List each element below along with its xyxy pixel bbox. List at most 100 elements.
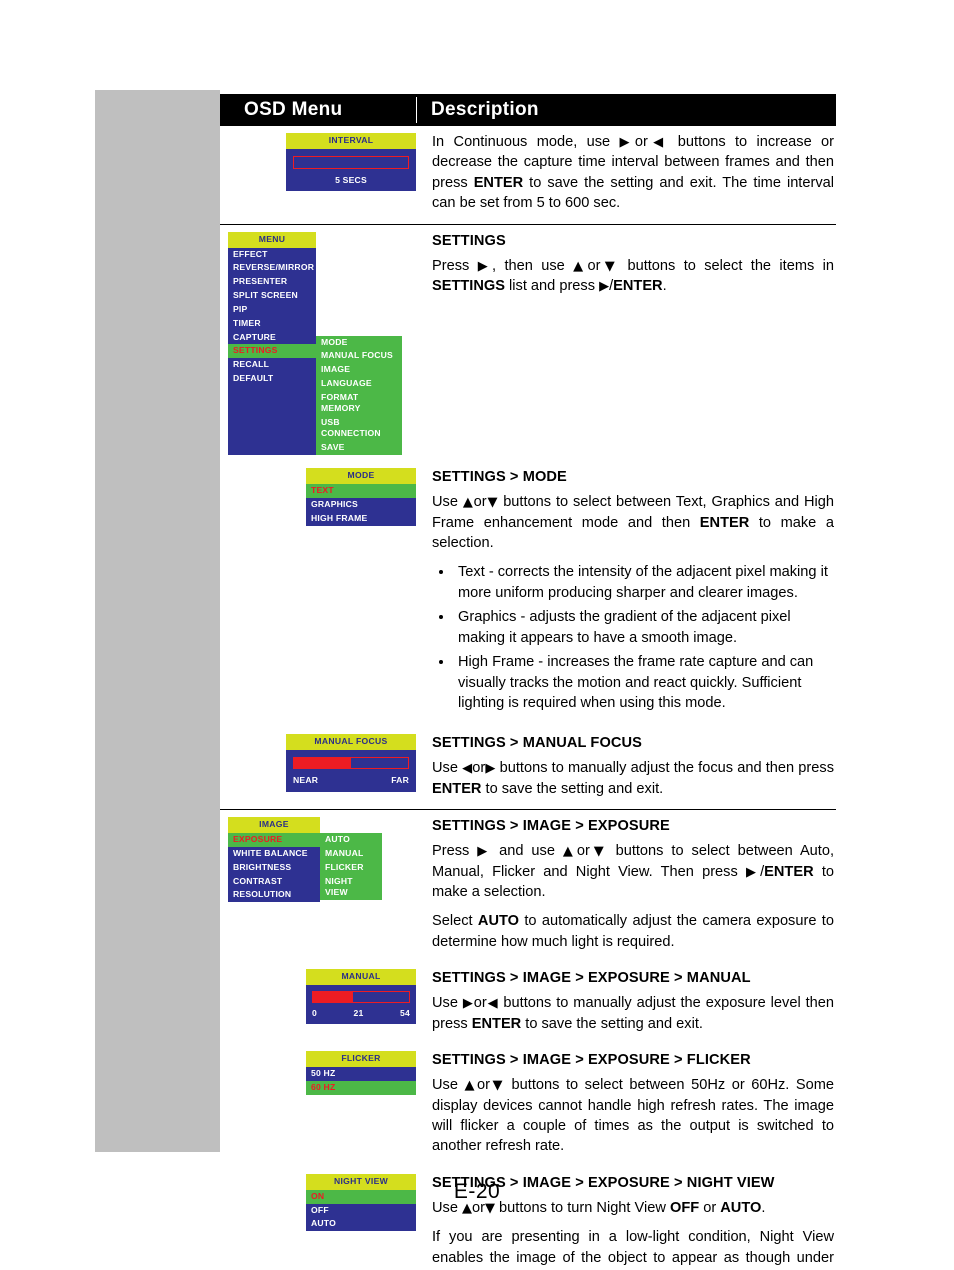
osd-menu-item[interactable]: CAPTURE (228, 330, 316, 345)
slider-scale-labels: 0 21 54 (306, 1006, 416, 1025)
slider-bar[interactable] (293, 155, 409, 169)
osd-title: MANUAL FOCUS (286, 734, 416, 751)
osd-menu-item[interactable]: RECALL (228, 358, 316, 373)
osd-option[interactable]: GRAPHICS (306, 497, 416, 512)
description-paragraph: In Continuous mode, use ▶or◀ buttons to … (432, 134, 835, 212)
osd-widget-exposure-manual[interactable]: MANUAL 0 21 54 (306, 969, 416, 1025)
osd-menu-item[interactable]: SPLIT SCREEN (228, 289, 316, 303)
description-paragraph: Use ▲or▼ buttons to select between 50Hz … (432, 1077, 835, 1155)
osd-menu-item[interactable]: EFFECT (228, 247, 316, 262)
osd-submenu-item[interactable]: IMAGE (316, 363, 402, 378)
osd-menu-list[interactable]: EFFECT REVERSE/MIRROR PRESENTER SPLIT SC… (228, 247, 316, 456)
osd-widget-interval[interactable]: INTERVAL 5 SECS (286, 133, 416, 192)
page-footer: E-20 (0, 1180, 954, 1204)
table-header: OSD Menu Description (220, 94, 836, 126)
osd-option[interactable]: HIGH FRAME (306, 511, 416, 526)
osd-submenu-item[interactable]: LANGUAGE (316, 377, 402, 391)
slider-min-label: 0 (312, 1008, 317, 1019)
osd-option-list[interactable]: TEXT GRAPHICS HIGH FRAME (306, 483, 416, 526)
sidebar-brand-band: AVerMedia (95, 90, 220, 1152)
osd-slider-track[interactable] (306, 985, 416, 1007)
description-heading: SETTINGS > IMAGE > EXPOSURE (432, 818, 670, 835)
osd-option[interactable]: AUTO (306, 1217, 416, 1232)
osd-menu-item[interactable]: DEFAULT (228, 372, 316, 386)
osd-submenu-item[interactable]: MANUAL FOCUS (316, 349, 402, 364)
osd-submenu-item[interactable]: FLICKER (320, 860, 382, 875)
osd-option-list[interactable]: 50 HZ 60 HZ (306, 1066, 416, 1095)
osd-option[interactable]: OFF (306, 1203, 416, 1218)
osd-submenu-item[interactable]: MODE (316, 335, 402, 350)
osd-title: MENU (228, 231, 316, 248)
osd-widget-mode[interactable]: MODE TEXT GRAPHICS HIGH FRAME (306, 468, 416, 526)
osd-cell: MODE TEXT GRAPHICS HIGH FRAME (220, 461, 416, 531)
column-header-description: Description (431, 99, 539, 120)
osd-menu-item-selected[interactable]: EXPOSURE (228, 833, 320, 847)
table-row: INTERVAL 5 SECS In Continuous mode, use … (220, 126, 836, 224)
table-row: MENU EFFECT REVERSE/MIRROR PRESENTER SPL… (220, 223, 836, 461)
list-item: High Frame - increases the frame rate ca… (454, 652, 834, 713)
description-cell: In Continuous mode, use ▶or◀ buttons to … (416, 126, 836, 224)
description-paragraph: Press ▶ and use ▲or▼ buttons to select b… (432, 843, 835, 901)
list-item: Graphics - adjusts the gradient of the a… (454, 607, 834, 648)
osd-submenu-list[interactable]: AUTO MANUAL FLICKER NIGHT VIEW (320, 833, 382, 900)
osd-menu-item[interactable]: RESOLUTION (228, 888, 320, 903)
slider-bar[interactable] (312, 991, 410, 1004)
osd-widget-menu[interactable]: MENU EFFECT REVERSE/MIRROR PRESENTER SPL… (228, 231, 402, 456)
brand-logo: AVerMedia (95, 90, 220, 1152)
osd-submenu-item[interactable]: FORMAT MEMORY (316, 390, 402, 417)
osd-submenu-item[interactable]: MANUAL (320, 846, 382, 861)
osd-menu-item[interactable]: CONTRAST (228, 874, 320, 889)
osd-menu-item[interactable]: TIMER (228, 316, 316, 331)
osd-title: MANUAL (306, 969, 416, 986)
page-number: E-20 (453, 1180, 501, 1203)
osd-submenu-item[interactable]: USB CONNECTION (316, 416, 402, 442)
list-item: Text - corrects the intensity of the adj… (454, 562, 834, 603)
manual-page: AVerMedia OSD Menu Description INTERVAL (0, 0, 954, 1270)
slider-bar[interactable] (293, 757, 409, 770)
osd-menu-item[interactable]: WHITE BALANCE (228, 846, 320, 861)
osd-cell: IMAGE EXPOSURE WHITE BALANCE BRIGHTNESS … (220, 810, 416, 908)
osd-slider-track[interactable] (286, 148, 416, 173)
description-paragraph: Select AUTO to automatically adjust the … (432, 913, 834, 950)
description-cell: SETTINGS > IMAGE > EXPOSURE Press ▶ and … (416, 810, 836, 962)
osd-widget-manual-focus[interactable]: MANUAL FOCUS NEAR FAR (286, 734, 416, 792)
column-header-osd-menu: OSD Menu (244, 99, 343, 120)
osd-option-selected[interactable]: 60 HZ (306, 1080, 416, 1095)
osd-title: INTERVAL (286, 133, 416, 149)
osd-menu-item[interactable]: PIP (228, 302, 316, 317)
description-paragraph: If you are presenting in a low-light con… (432, 1229, 834, 1266)
osd-cell: MANUAL 0 21 54 (220, 962, 416, 1030)
description-cell: SETTINGS > IMAGE > EXPOSURE > FLICKER Us… (416, 1044, 836, 1167)
description-bullet-list: Text - corrects the intensity of the adj… (432, 562, 834, 713)
osd-menu-item[interactable]: REVERSE/MIRROR (228, 261, 316, 276)
slider-endpoint-labels: NEAR FAR (286, 773, 416, 792)
osd-cell: INTERVAL 5 SECS (220, 126, 416, 197)
slider-mid-label: 21 (353, 1008, 364, 1019)
osd-cell: MENU EFFECT REVERSE/MIRROR PRESENTER SPL… (220, 225, 416, 461)
description-heading: SETTINGS > IMAGE > EXPOSURE > FLICKER (432, 1052, 751, 1069)
osd-option[interactable]: 50 HZ (306, 1066, 416, 1081)
osd-option-selected[interactable]: TEXT (306, 483, 416, 498)
description-cell: SETTINGS Press ▶, then use ▲or▼ buttons … (416, 225, 836, 307)
brand-logo-text: AVerMedia (95, 724, 106, 1134)
slider-min-label: NEAR (293, 775, 319, 786)
osd-value-label: 5 SECS (286, 172, 416, 192)
description-heading: SETTINGS > MODE (432, 469, 567, 486)
table-row: MANUAL 0 21 54 SETTINGS > IMAGE > EXPOSU… (220, 962, 836, 1044)
slider-fill (294, 758, 351, 769)
osd-widget-flicker[interactable]: FLICKER 50 HZ 60 HZ (306, 1051, 416, 1095)
slider-max-label: 54 (400, 1008, 410, 1019)
osd-submenu-list[interactable]: MODE MANUAL FOCUS IMAGE LANGUAGE FORMAT … (316, 335, 402, 456)
osd-submenu-item[interactable]: SAVE (316, 441, 402, 456)
osd-submenu-item[interactable]: NIGHT VIEW (320, 874, 382, 900)
osd-slider-track[interactable] (286, 750, 416, 774)
osd-submenu-item[interactable]: AUTO (320, 833, 382, 847)
osd-menu-list[interactable]: EXPOSURE WHITE BALANCE BRIGHTNESS CONTRA… (228, 833, 320, 903)
description-paragraph: Use ▶or◀ buttons to manually adjust the … (432, 995, 835, 1032)
osd-menu-item[interactable]: PRESENTER (228, 275, 316, 290)
osd-title: FLICKER (306, 1051, 416, 1067)
osd-widget-image[interactable]: IMAGE EXPOSURE WHITE BALANCE BRIGHTNESS … (228, 817, 382, 903)
osd-menu-item-selected[interactable]: SETTINGS (228, 344, 316, 359)
osd-menu-item[interactable]: BRIGHTNESS (228, 860, 320, 875)
description-paragraph: Use ▲or▼ buttons to select between Text,… (432, 494, 835, 551)
